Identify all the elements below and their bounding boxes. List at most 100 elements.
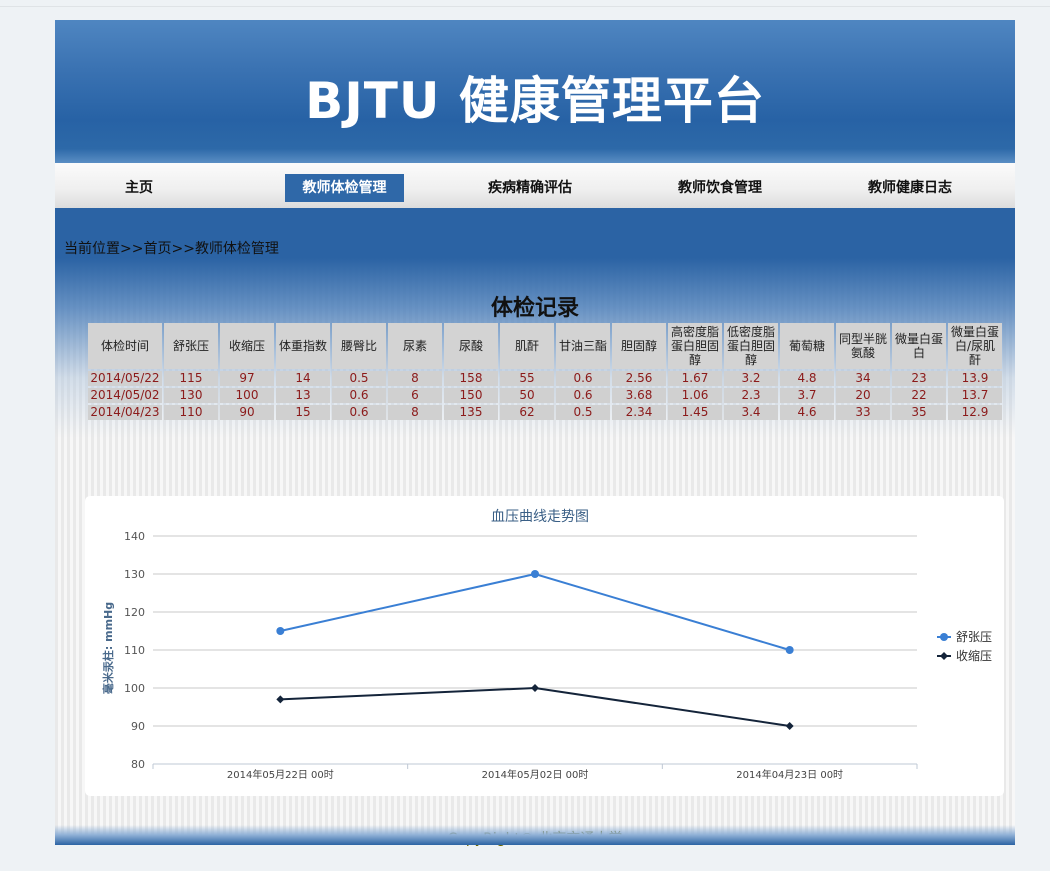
- table-cell: 23: [892, 371, 946, 386]
- y-tick-label: 130: [124, 568, 145, 581]
- page-frame: BJTU 健康管理平台 主页 教师体检管理 疾病精确评估 教师饮食管理 教师健康…: [55, 20, 1015, 847]
- series-line: [280, 686, 790, 727]
- chart-legend[interactable]: 舒张压收缩压: [937, 630, 992, 663]
- table-cell: 110: [164, 405, 218, 420]
- table-cell: 15: [276, 405, 330, 420]
- column-header: 低密度脂蛋白胆固醇: [724, 323, 778, 369]
- column-header: 体重指数: [276, 323, 330, 369]
- table-cell: 0.6: [556, 388, 610, 403]
- column-header: 葡萄糖: [780, 323, 834, 369]
- nav-item-diet-management[interactable]: 教师饮食管理: [655, 174, 785, 202]
- y-tick-label: 110: [124, 644, 145, 657]
- column-header: 微量白蛋白: [892, 323, 946, 369]
- table-row: 2014/04/23 110 90 15 0.6 8 135 62 0.5 2.…: [88, 405, 1002, 420]
- data-point: [276, 627, 285, 635]
- table-cell: 3.7: [780, 388, 834, 403]
- x-tick-label: 2014年04月23日 00时: [736, 768, 843, 781]
- table-cell: 115: [164, 371, 218, 386]
- table-cell: 2014/05/22: [88, 371, 162, 386]
- nav-item-disease-assessment[interactable]: 疾病精确评估: [465, 174, 595, 202]
- column-header: 甘油三酯: [556, 323, 610, 369]
- column-header: 胆固醇: [612, 323, 666, 369]
- table-cell: 2014/05/02: [88, 388, 162, 403]
- table-cell: 13.7: [948, 388, 1002, 403]
- records-title: 体检记录: [490, 296, 579, 321]
- data-point: [785, 722, 794, 730]
- table-header-row: 体检时间 舒张压 收缩压 体重指数 腰臀比 尿素 尿酸 肌酐 甘油三酯 胆固醇 …: [88, 323, 1002, 369]
- table-cell: 1.06: [668, 388, 722, 403]
- table-cell: 0.6: [332, 405, 386, 420]
- table-cell: 135: [444, 405, 498, 420]
- main-nav: 主页 教师体检管理 疾病精确评估 教师饮食管理 教师健康日志: [55, 163, 1015, 208]
- table-cell: 8: [388, 371, 442, 386]
- table-cell: 12.9: [948, 405, 1002, 420]
- legend-label: 舒张压: [956, 630, 992, 644]
- data-point: [531, 570, 539, 578]
- data-point: [531, 684, 539, 692]
- top-divider: [0, 6, 1050, 7]
- breadcrumb-home[interactable]: 首页: [143, 241, 171, 257]
- column-header: 尿素: [388, 323, 442, 369]
- column-header: 微量白蛋白/尿肌酐: [948, 323, 1002, 369]
- site-title: BJTU 健康管理平台: [305, 71, 765, 130]
- column-header: 体检时间: [88, 323, 162, 369]
- column-header: 舒张压: [164, 323, 218, 369]
- column-header: 肌酐: [500, 323, 554, 369]
- table-cell: 13.9: [948, 371, 1002, 386]
- header-banner: BJTU 健康管理平台: [55, 20, 1015, 163]
- data-point: [276, 695, 285, 704]
- chart-title: 血压曲线走势图: [491, 509, 589, 525]
- table-cell: 2.34: [612, 405, 666, 420]
- table-cell: 0.5: [332, 371, 386, 386]
- y-tick-label: 80: [131, 758, 145, 771]
- data-point: [785, 646, 794, 654]
- column-header: 尿酸: [444, 323, 498, 369]
- footer-band: [55, 825, 1015, 845]
- table-cell: 2.3: [724, 388, 778, 403]
- table-cell: 14: [276, 371, 330, 386]
- table-cell: 158: [444, 371, 498, 386]
- table-cell: 4.8: [780, 371, 834, 386]
- table-cell: 1.67: [668, 371, 722, 386]
- y-tick-label: 90: [131, 720, 145, 733]
- legend-marker: [940, 633, 948, 641]
- legend-label: 收缩压: [956, 648, 992, 663]
- nav-item-health-log[interactable]: 教师健康日志: [845, 174, 975, 202]
- table-cell: 6: [388, 388, 442, 403]
- records-table: 体检时间 舒张压 收缩压 体重指数 腰臀比 尿素 尿酸 肌酐 甘油三酯 胆固醇 …: [86, 321, 1004, 422]
- nav-item-physical-exam[interactable]: 教师体检管理: [285, 174, 404, 202]
- table-cell: 97: [220, 371, 274, 386]
- table-cell: 22: [892, 388, 946, 403]
- y-tick-label: 140: [124, 530, 145, 543]
- y-axis-label: 毫米汞柱: mmHg: [101, 602, 115, 694]
- breadcrumb-prefix: 当前位置: [64, 241, 120, 257]
- column-header: 收缩压: [220, 323, 274, 369]
- table-cell: 1.45: [668, 405, 722, 420]
- breadcrumb-current: 教师体检管理: [194, 241, 279, 257]
- column-header: 同型半胱氨酸: [836, 323, 890, 369]
- main-content: 当前位置>>首页>>教师体检管理 体检记录 体检时间 舒张压 收缩压 体重指数 …: [55, 208, 1015, 847]
- table-cell: 3.2: [724, 371, 778, 386]
- y-tick-label: 100: [124, 682, 145, 695]
- breadcrumb-separator: >>: [120, 241, 144, 257]
- breadcrumb-separator: >>: [171, 241, 195, 257]
- table-cell: 2.56: [612, 371, 666, 386]
- table-cell: 0.5: [556, 405, 610, 420]
- chart-grid: 80 90 100 110 120 130 140 2014年05月22日 00时 2014年0…: [124, 530, 918, 781]
- table-cell: 0.6: [332, 388, 386, 403]
- nav-item-home[interactable]: 主页: [99, 174, 179, 202]
- table-row: 2014/05/02 130 100 13 0.6 6 150 50 0.6 3…: [88, 388, 1002, 403]
- table-cell: 3.68: [612, 388, 666, 403]
- table-cell: 2014/04/23: [88, 405, 162, 420]
- column-header: 高密度脂蛋白胆固醇: [668, 323, 722, 369]
- table-cell: 20: [836, 388, 890, 403]
- breadcrumb: 当前位置>>首页>>教师体检管理: [64, 238, 279, 258]
- table-cell: 130: [164, 388, 218, 403]
- table-cell: 34: [836, 371, 890, 386]
- table-cell: 150: [444, 388, 498, 403]
- y-tick-label: 120: [124, 606, 145, 619]
- table-cell: 3.4: [724, 405, 778, 420]
- table-cell: 33: [836, 405, 890, 420]
- table-cell: 55: [500, 371, 554, 386]
- chart-svg: 血压曲线走势图 毫米汞柱: mmHg 80 90 100 110 120 130 140 20…: [101, 509, 992, 781]
